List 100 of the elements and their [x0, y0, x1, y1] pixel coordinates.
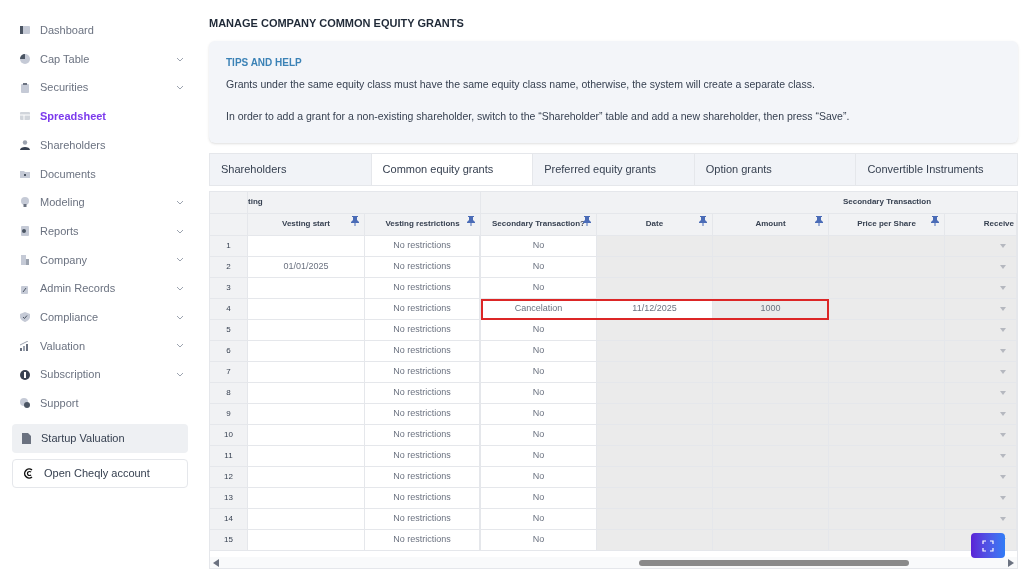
pie-chart-icon	[20, 54, 30, 65]
pin-icon	[698, 215, 708, 226]
dropdown-caret-icon	[1000, 453, 1006, 458]
dropdown-caret-icon	[1000, 348, 1006, 353]
table-cell: No restrictions	[365, 235, 481, 257]
pin-icon	[930, 215, 940, 226]
panel-icon	[20, 25, 30, 36]
table-cell: 01/01/2025	[248, 256, 365, 278]
pin-icon	[582, 215, 592, 226]
sidebar-item[interactable]: Spreadsheet	[12, 102, 188, 131]
column-header[interactable]: Vesting restrictions	[365, 213, 481, 236]
row-number: 13	[210, 487, 248, 509]
row-number: 9	[210, 403, 248, 425]
dropdown-caret-icon	[1000, 432, 1006, 437]
scroll-left-icon[interactable]	[213, 558, 219, 567]
table-cell: No	[481, 508, 597, 530]
lightbulb-icon	[20, 197, 30, 208]
table-cell: No restrictions	[365, 403, 481, 425]
table-cell: No restrictions	[365, 340, 481, 362]
row-number: 11	[210, 445, 248, 467]
tab[interactable]: Convertible Instruments	[855, 153, 1017, 185]
row-number: 1	[210, 235, 248, 257]
row-number: 5	[210, 319, 248, 341]
coin-icon	[20, 369, 30, 380]
row-number: 7	[210, 361, 248, 383]
dropdown-caret-icon	[1000, 264, 1006, 269]
tip-text: Grants under the same equity class must have the same equity class name, otherwise, the system will create a separate class.	[226, 77, 816, 92]
dropdown-caret-icon	[1000, 306, 1006, 311]
column-group-header: Secondary Transaction	[481, 191, 1017, 214]
row-number: 3	[210, 277, 248, 299]
tab[interactable]: Shareholders	[210, 153, 371, 185]
person-icon	[20, 140, 30, 151]
dropdown-caret-icon	[1000, 411, 1006, 416]
page-title: MANAGE COMPANY COMMON EQUITY GRANTS	[209, 16, 465, 30]
sidebar-item[interactable]: Dashboard	[12, 16, 188, 45]
scroll-right-icon[interactable]	[1008, 558, 1014, 567]
dropdown-caret-icon	[1000, 285, 1006, 290]
pin-icon	[350, 215, 360, 226]
table-cell: No restrictions	[365, 445, 481, 467]
dropdown-caret-icon	[1000, 243, 1006, 248]
table-cell: No restrictions	[365, 298, 481, 320]
table-cell: No	[481, 319, 597, 341]
sidebar-item[interactable]: Cap Table	[12, 44, 188, 74]
column-header[interactable]: Secondary Transaction?	[481, 213, 597, 236]
pin-icon	[466, 215, 476, 226]
document-icon	[22, 432, 31, 444]
table-cell: No	[481, 445, 597, 467]
sidebar-item[interactable]: Valuation	[12, 331, 188, 361]
row-number: 2	[210, 256, 248, 278]
table-cell: No restrictions	[365, 256, 481, 278]
column-header[interactable]: Amount	[713, 213, 829, 236]
sidebar-item[interactable]: Securities	[12, 73, 188, 103]
tab[interactable]: Preferred equity grants	[532, 153, 694, 185]
table-cell: No	[481, 235, 597, 257]
dropdown-caret-icon	[1000, 516, 1006, 521]
tips-title: TIPS AND HELP	[226, 56, 303, 70]
table-cell: No restrictions	[365, 466, 481, 488]
row-number: 6	[210, 340, 248, 362]
column-header[interactable]: Price per Share	[829, 213, 945, 236]
expand-icon	[982, 539, 994, 552]
sidebar-item[interactable]: Shareholders	[12, 130, 188, 160]
horizontal-scrollbar[interactable]	[210, 557, 1017, 568]
dropdown-caret-icon	[1000, 390, 1006, 395]
dropdown-caret-icon	[1000, 369, 1006, 374]
table-cell: No	[481, 277, 597, 299]
table-cell: No restrictions	[365, 508, 481, 530]
column-group-header: ting	[248, 191, 481, 214]
table-cell: No	[481, 487, 597, 509]
table-cell: No	[481, 256, 597, 278]
sidebar-item[interactable]: Admin Records	[12, 274, 188, 303]
column-header[interactable]: Date	[597, 213, 713, 236]
dropdown-caret-icon	[1000, 495, 1006, 500]
column-header[interactable]: Vesting start	[248, 213, 365, 236]
table-cell: No restrictions	[365, 361, 481, 383]
table-cell: No restrictions	[365, 424, 481, 446]
startup-valuation-button[interactable]: Startup Valuation	[12, 423, 188, 453]
sidebar-item[interactable]: Compliance	[12, 302, 188, 332]
table-icon	[20, 111, 30, 122]
column-header[interactable]: Receive	[945, 213, 1017, 236]
table-cell: No	[481, 529, 597, 551]
row-number: 15	[210, 529, 248, 551]
row-number: 10	[210, 424, 248, 446]
open-account-button[interactable]: Open Cheqly account	[12, 458, 188, 488]
sidebar-item[interactable]: Documents	[12, 159, 188, 189]
sidebar-item[interactable]: Company	[12, 245, 188, 275]
sidebar-item[interactable]: Modeling	[12, 188, 188, 217]
table-cell: No	[481, 466, 597, 488]
dropdown-caret-icon	[1000, 327, 1006, 332]
row-number: 14	[210, 508, 248, 530]
clipboard-icon	[20, 82, 30, 93]
shield-icon	[20, 312, 30, 323]
c-logo-icon	[23, 467, 34, 479]
tab[interactable]: Option grants	[693, 153, 856, 185]
sidebar-item[interactable]: Subscription	[12, 360, 188, 389]
expand-button[interactable]	[971, 533, 1005, 558]
scrollbar-thumb[interactable]	[639, 559, 909, 566]
sidebar-item[interactable]: Reports	[12, 216, 188, 246]
bar-chart-icon	[20, 340, 30, 351]
table-cell: No restrictions	[365, 382, 481, 404]
sidebar-item[interactable]: Support	[12, 388, 188, 418]
